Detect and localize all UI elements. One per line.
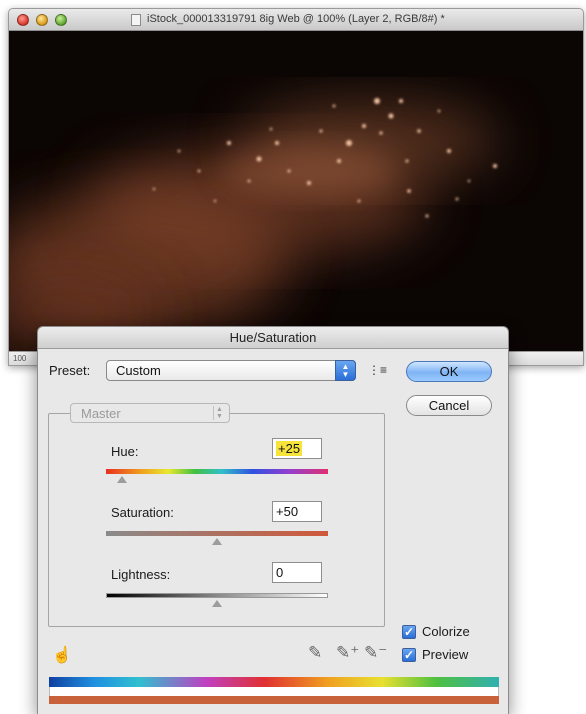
saturation-field[interactable]: +50 xyxy=(272,501,322,522)
hue-saturation-dialog: Hue/Saturation Preset: Custom ▲ ▼ ⋮≡ OK C… xyxy=(37,326,509,714)
document-titlebar[interactable]: iStock_000013319791 8ig Web @ 100% (Laye… xyxy=(9,9,583,31)
output-color-bar xyxy=(49,696,499,704)
minimize-window-button[interactable] xyxy=(36,14,48,26)
lightness-slider-track[interactable] xyxy=(106,593,328,598)
range-bar xyxy=(49,687,499,696)
hue-slider-thumb[interactable] xyxy=(116,476,127,483)
select-arrows-icon: ▲ ▼ xyxy=(335,360,356,381)
channel-arrows-icon: ▲ ▼ xyxy=(213,406,225,420)
preview-checkbox[interactable]: ✓ xyxy=(402,648,416,662)
ok-button[interactable]: OK xyxy=(406,361,492,382)
eyedropper-plus-icon[interactable]: ✎⁺ xyxy=(336,643,359,663)
preview-label: Preview xyxy=(422,647,469,662)
document-title: iStock_000013319791 8ig Web @ 100% (Laye… xyxy=(147,13,445,25)
lightness-label: Lightness: xyxy=(111,567,171,582)
zoom-window-button[interactable] xyxy=(55,14,67,26)
preset-options-icon[interactable]: ⋮≡ xyxy=(368,363,387,377)
dust-cloud-image xyxy=(9,31,583,351)
hue-label: Hue: xyxy=(111,444,139,459)
preset-value: Custom xyxy=(116,363,161,378)
hue-slider-track[interactable] xyxy=(106,469,328,474)
colorize-checkbox[interactable]: ✓ xyxy=(402,625,416,639)
document-window: iStock_000013319791 8ig Web @ 100% (Laye… xyxy=(8,8,584,366)
saturation-slider-track[interactable] xyxy=(106,531,328,536)
saturation-slider-thumb[interactable] xyxy=(212,538,222,545)
hue-value: +25 xyxy=(276,441,303,456)
lightness-field[interactable]: 0 xyxy=(272,562,322,583)
preset-select[interactable]: Custom ▲ ▼ xyxy=(106,360,356,381)
channel-value: Master xyxy=(81,406,121,421)
saturation-value: +50 xyxy=(276,504,299,519)
document-icon xyxy=(131,14,141,26)
close-window-button[interactable] xyxy=(17,14,29,26)
dialog-titlebar[interactable]: Hue/Saturation xyxy=(38,327,508,349)
hand-icon[interactable]: ☝ xyxy=(52,645,72,665)
lightness-value: 0 xyxy=(276,565,284,580)
lightness-slider-thumb[interactable] xyxy=(212,600,222,607)
channel-select[interactable]: Master ▲ ▼ xyxy=(70,403,230,423)
image-canvas[interactable] xyxy=(9,31,583,351)
preset-label: Preset: xyxy=(49,363,91,378)
dialog-title: Hue/Saturation xyxy=(229,330,317,345)
eyedropper-minus-icon[interactable]: ✎⁻ xyxy=(364,643,387,663)
zoom-readout[interactable]: 100 xyxy=(13,354,26,363)
eyedropper-icon[interactable]: ✎ xyxy=(308,643,322,663)
colorize-label: Colorize xyxy=(422,624,470,639)
saturation-label: Saturation: xyxy=(111,505,174,520)
input-spectrum-bar xyxy=(49,677,499,687)
cancel-button[interactable]: Cancel xyxy=(406,395,492,416)
hue-field[interactable]: +25 xyxy=(272,438,322,459)
